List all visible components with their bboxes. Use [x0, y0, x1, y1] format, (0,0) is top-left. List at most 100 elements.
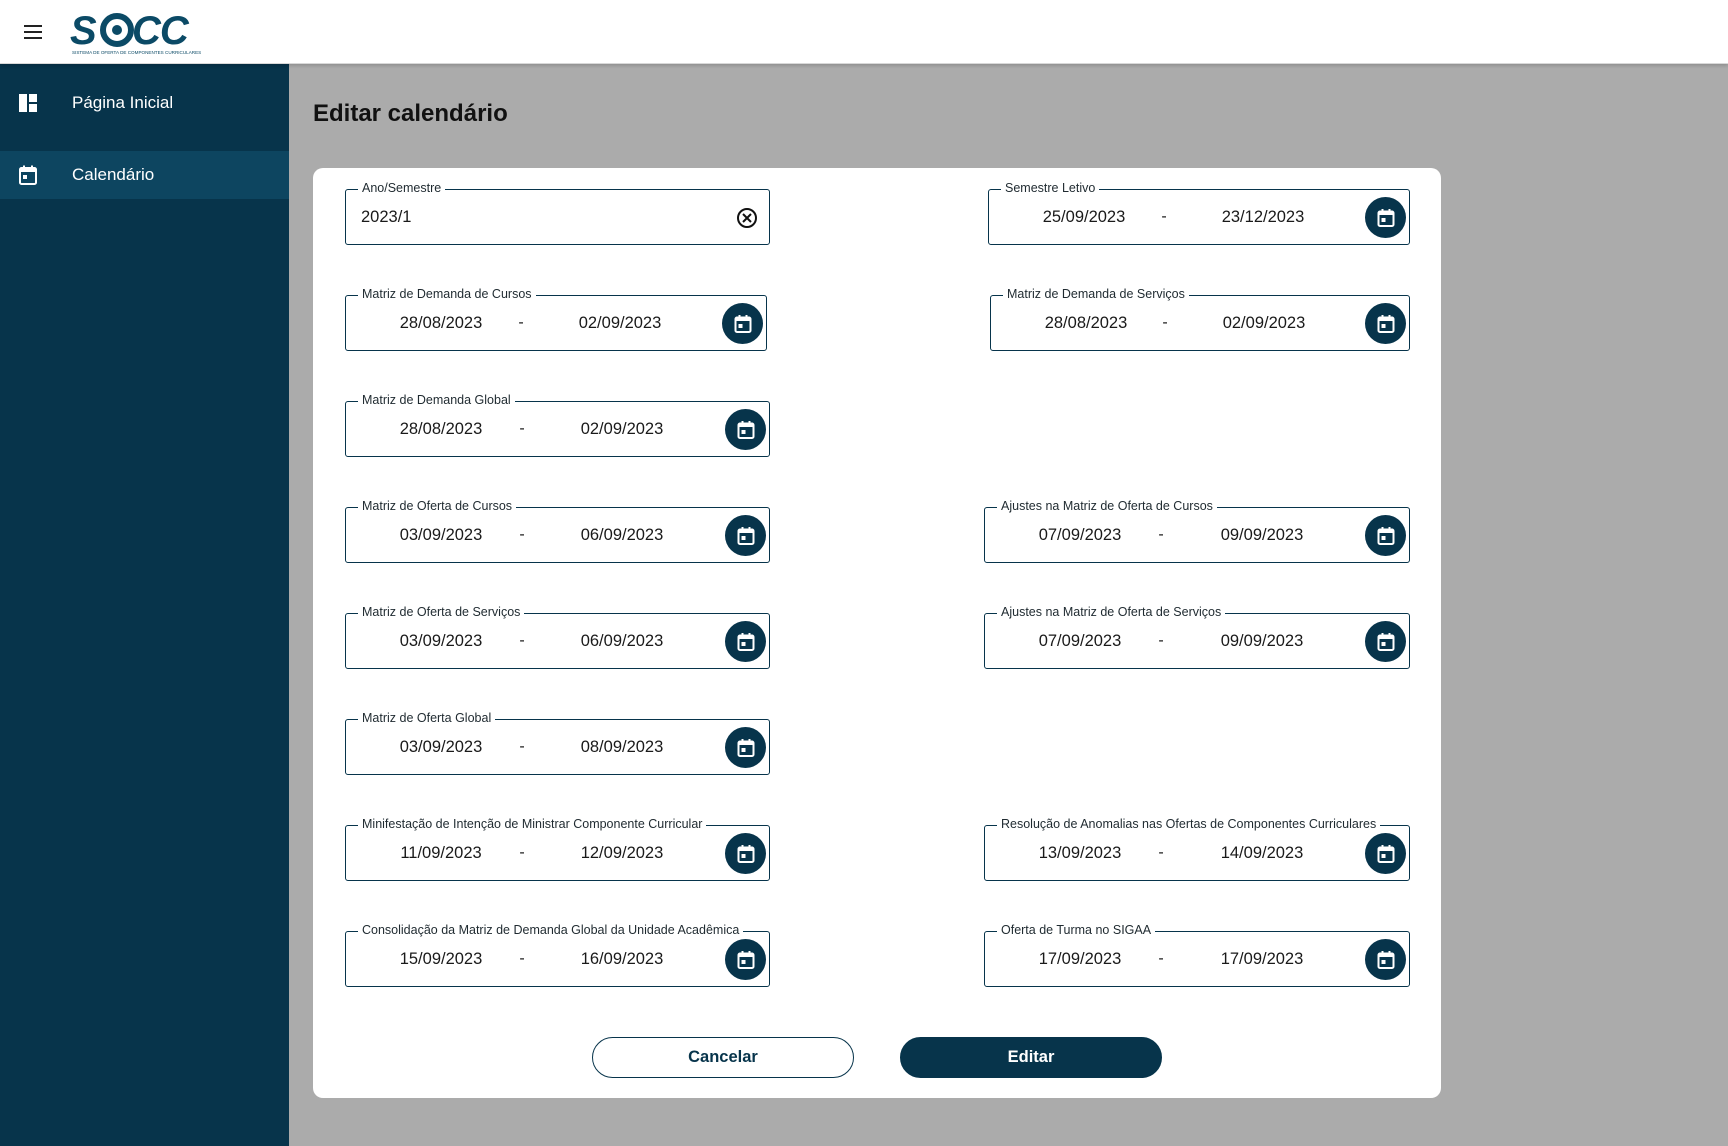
start-date[interactable]: 28/08/2023 — [386, 418, 496, 440]
ano-semestre-value[interactable]: 2023/1 — [361, 206, 411, 228]
end-date[interactable]: 16/09/2023 — [567, 948, 677, 970]
edit-button[interactable]: Editar — [900, 1037, 1162, 1078]
ano-semestre-field[interactable]: Ano/Semestre 2023/1 — [345, 180, 770, 245]
calendar-icon — [1377, 314, 1394, 333]
field-label: Matriz de Demanda de Serviços — [1003, 286, 1189, 302]
date-separator: - — [519, 632, 525, 649]
end-date[interactable]: 09/09/2023 — [1207, 630, 1317, 652]
sidebar-item-pagina-inicial[interactable]: Página Inicial — [0, 79, 289, 127]
calendar-icon — [1377, 844, 1394, 863]
end-date[interactable]: 02/09/2023 — [1209, 312, 1319, 334]
start-date[interactable]: 15/09/2023 — [386, 948, 496, 970]
calendar-picker-button[interactable] — [725, 727, 766, 768]
svg-text:CC: CC — [132, 9, 190, 53]
calendar-icon — [737, 632, 754, 651]
start-date[interactable]: 17/09/2023 — [1025, 948, 1135, 970]
date-separator: - — [1158, 526, 1164, 543]
date-separator: - — [519, 844, 525, 861]
resolucao-anomalias-range-field[interactable]: Resolução de Anomalias nas Ofertas de Co… — [984, 816, 1410, 881]
end-date[interactable]: 12/09/2023 — [567, 842, 677, 864]
sidebar: Página Inicial Calendário — [0, 64, 289, 1146]
page-title: Editar calendário — [313, 100, 508, 127]
end-date[interactable]: 06/09/2023 — [567, 524, 677, 546]
oferta-servicos-range-field[interactable]: Matriz de Oferta de Serviços 03/09/2023 - 0… — [345, 604, 770, 669]
semestre-letivo-range-field[interactable]: Semestre Letivo 25/09/2023 - 23/12/2023 — [988, 180, 1410, 245]
end-date[interactable]: 14/09/2023 — [1207, 842, 1317, 864]
calendar-picker-button[interactable] — [1365, 515, 1406, 556]
intencao-ministrar-range-field[interactable]: Minifestação de Intenção de Ministrar Co… — [345, 816, 770, 881]
field-label: Resolução de Anomalias nas Ofertas de Co… — [997, 816, 1381, 832]
start-date[interactable]: 13/09/2023 — [1025, 842, 1135, 864]
calendar-picker-button[interactable] — [1365, 197, 1406, 238]
calendar-icon — [737, 950, 754, 969]
field-label: Ajustes na Matriz de Oferta de Serviços — [997, 604, 1226, 620]
sidebar-item-calendario[interactable]: Calendário — [0, 151, 289, 199]
calendar-picker-button[interactable] — [722, 303, 763, 344]
field-label: Matriz de Demanda Global — [358, 392, 515, 408]
calendar-picker-button[interactable] — [725, 409, 766, 450]
calendar-picker-button[interactable] — [725, 833, 766, 874]
end-date[interactable]: 02/09/2023 — [565, 312, 675, 334]
svg-text:S: S — [70, 9, 97, 53]
start-date[interactable]: 11/09/2023 — [386, 842, 496, 864]
calendar-icon — [1377, 526, 1394, 545]
end-date[interactable]: 06/09/2023 — [567, 630, 677, 652]
calendar-icon — [737, 526, 754, 545]
oferta-cursos-range-field[interactable]: Matriz de Oferta de Cursos 03/09/2023 - 06/… — [345, 498, 770, 563]
calendar-picker-button[interactable] — [725, 515, 766, 556]
oferta-global-range-field[interactable]: Matriz de Oferta Global 03/09/2023 - 08/09/… — [345, 710, 770, 775]
end-date[interactable]: 17/09/2023 — [1207, 948, 1317, 970]
calendar-icon — [737, 844, 754, 863]
date-separator: - — [518, 314, 524, 331]
sidebar-item-label: Página Inicial — [72, 93, 174, 112]
start-date[interactable]: 25/09/2023 — [1029, 206, 1139, 228]
date-separator: - — [1158, 632, 1164, 649]
calendar-picker-button[interactable] — [1365, 833, 1406, 874]
date-separator: - — [1161, 208, 1167, 225]
calendar-icon — [1377, 208, 1394, 227]
date-separator: - — [519, 526, 525, 543]
calendar-icon — [1377, 632, 1394, 651]
ajustes-oferta-cursos-range-field[interactable]: Ajustes na Matriz de Oferta de Cursos 07/… — [984, 498, 1410, 563]
demanda-global-range-field[interactable]: Matriz de Demanda Global 28/08/2023 - 02/09… — [345, 392, 770, 457]
start-date[interactable]: 28/08/2023 — [1031, 312, 1141, 334]
end-date[interactable]: 02/09/2023 — [567, 418, 677, 440]
calendar-picker-button[interactable] — [725, 621, 766, 662]
start-date[interactable]: 03/09/2023 — [386, 524, 496, 546]
demanda-servicos-range-field[interactable]: Matriz de Demanda de Serviços 28/08/2023 -… — [990, 286, 1410, 351]
start-date[interactable]: 03/09/2023 — [386, 736, 496, 758]
start-date[interactable]: 07/09/2023 — [1025, 630, 1135, 652]
date-separator: - — [519, 738, 525, 755]
calendar-icon — [734, 314, 751, 333]
calendar-picker-button[interactable] — [1365, 621, 1406, 662]
consolidacao-range-field[interactable]: Consolidação da Matriz de Demanda Global… — [345, 922, 770, 987]
field-label: Matriz de Oferta de Serviços — [358, 604, 525, 620]
start-date[interactable]: 03/09/2023 — [386, 630, 496, 652]
demanda-cursos-range-field[interactable]: Matriz de Demanda de Cursos 28/08/2023 - 02… — [345, 286, 767, 351]
end-date[interactable]: 23/12/2023 — [1208, 206, 1318, 228]
date-separator: - — [519, 950, 525, 967]
oferta-turma-sigaa-range-field[interactable]: Oferta de Turma no SIGAA 17/09/2023 - 17/09… — [984, 922, 1410, 987]
field-label: Ajustes na Matriz de Oferta de Cursos — [997, 498, 1217, 514]
start-date[interactable]: 28/08/2023 — [386, 312, 496, 334]
calendar-icon — [1377, 950, 1394, 969]
end-date[interactable]: 09/09/2023 — [1207, 524, 1317, 546]
field-label: Ano/Semestre — [358, 180, 446, 196]
field-label: Minifestação de Intenção de Ministrar Co… — [358, 816, 707, 832]
hamburger-menu-icon[interactable] — [20, 20, 48, 44]
field-label: Oferta de Turma no SIGAA — [997, 922, 1156, 938]
field-label: Semestre Letivo — [1001, 180, 1100, 196]
start-date[interactable]: 07/09/2023 — [1025, 524, 1135, 546]
end-date[interactable]: 08/09/2023 — [567, 736, 677, 758]
field-label: Matriz de Oferta Global — [358, 710, 496, 726]
socc-logo: S CC SISTEMA DE OFERTA DE COMPONENTES CU… — [70, 9, 201, 55]
calendar-picker-button[interactable] — [1365, 939, 1406, 980]
calendar-picker-button[interactable] — [1365, 303, 1406, 344]
clear-icon[interactable] — [735, 206, 759, 230]
cancel-button[interactable]: Cancelar — [592, 1037, 854, 1078]
calendar-picker-button[interactable] — [725, 939, 766, 980]
ajustes-oferta-servicos-range-field[interactable]: Ajustes na Matriz de Oferta de Serviços 0… — [984, 604, 1410, 669]
date-separator: - — [1158, 950, 1164, 967]
field-label: Matriz de Demanda de Cursos — [358, 286, 536, 302]
top-bar: S CC SISTEMA DE OFERTA DE COMPONENTES CU… — [0, 0, 1728, 64]
